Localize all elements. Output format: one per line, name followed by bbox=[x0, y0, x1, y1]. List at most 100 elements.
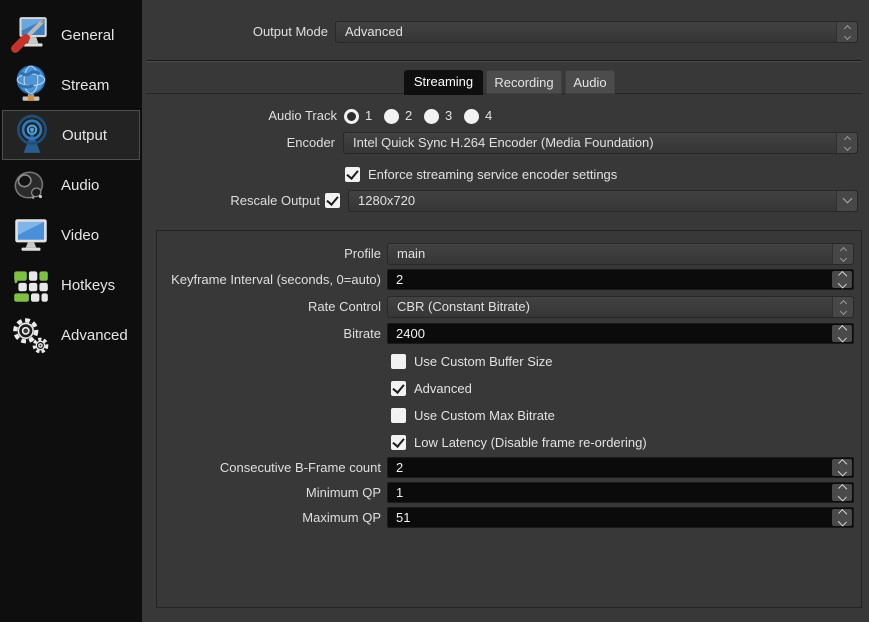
rate-control-label: Rate Control bbox=[308, 299, 381, 314]
video-monitor-icon bbox=[8, 212, 54, 258]
settings-window: General Stream Output Audio Video Hotkey… bbox=[0, 0, 869, 622]
sidebar-item-label: General bbox=[61, 26, 115, 44]
output-mode-spinner-button[interactable] bbox=[836, 22, 857, 42]
advanced-checkbox[interactable] bbox=[391, 381, 406, 396]
chevron-down-icon bbox=[837, 278, 847, 288]
rescale-output-select[interactable]: 1280x720 bbox=[348, 190, 858, 212]
audio-track-radio-label-4[interactable]: 4 bbox=[485, 105, 492, 127]
section-separator bbox=[146, 60, 862, 62]
rescale-output-value: 1280x720 bbox=[358, 193, 416, 208]
low-latency-checkbox[interactable] bbox=[391, 435, 406, 450]
chevron-down-icon bbox=[837, 332, 847, 342]
tab-recording[interactable]: Recording bbox=[486, 70, 562, 94]
rescale-output-checkbox[interactable] bbox=[325, 193, 340, 208]
custom-max-bitrate-label[interactable]: Use Custom Max Bitrate bbox=[414, 405, 555, 427]
keyframe-interval-spinner-button[interactable] bbox=[832, 271, 852, 288]
audio-track-radio-1[interactable] bbox=[344, 109, 359, 124]
output-mode-select[interactable]: Advanced bbox=[335, 21, 858, 43]
tab-streaming[interactable]: Streaming bbox=[404, 70, 483, 95]
audio-track-radio-label-3[interactable]: 3 bbox=[445, 105, 452, 127]
bitrate-input[interactable]: 2400 bbox=[387, 323, 854, 344]
chevron-down-icon bbox=[843, 143, 851, 151]
bframe-count-value: 2 bbox=[396, 460, 404, 475]
sidebar-item-label: Video bbox=[61, 226, 100, 244]
chevron-up-icon bbox=[839, 246, 847, 254]
bitrate-spinner-button[interactable] bbox=[832, 325, 852, 342]
profile-select[interactable]: main bbox=[387, 243, 854, 265]
encoder-spinner-button[interactable] bbox=[836, 133, 857, 153]
settings-sidebar: General Stream Output Audio Video Hotkey… bbox=[0, 0, 142, 622]
tab-audio[interactable]: Audio bbox=[565, 70, 615, 94]
encoder-select[interactable]: Intel Quick Sync H.264 Encoder (Media Fo… bbox=[343, 132, 858, 154]
sidebar-item-audio[interactable]: Audio bbox=[2, 160, 140, 210]
audio-speaker-icon bbox=[8, 162, 54, 208]
chevron-down-icon bbox=[842, 193, 852, 204]
advanced-gears-icon bbox=[8, 312, 54, 358]
sidebar-item-label: Output bbox=[62, 126, 108, 144]
min-qp-label: Minimum QP bbox=[305, 485, 381, 500]
custom-max-bitrate-checkbox[interactable] bbox=[391, 408, 406, 423]
sidebar-item-label: Stream bbox=[61, 76, 110, 94]
min-qp-value: 1 bbox=[396, 485, 404, 500]
rate-control-spinner-button[interactable] bbox=[832, 297, 853, 317]
output-mode-label: Output Mode bbox=[252, 24, 328, 39]
min-qp-spinner-button[interactable] bbox=[832, 484, 852, 501]
sidebar-item-general[interactable]: General bbox=[2, 10, 140, 60]
chevron-down-icon bbox=[839, 254, 847, 262]
keyframe-interval-value: 2 bbox=[396, 272, 404, 287]
sidebar-item-label: Hotkeys bbox=[61, 276, 116, 294]
sidebar-item-advanced[interactable]: Advanced bbox=[2, 310, 140, 360]
sidebar-item-stream[interactable]: Stream bbox=[2, 60, 140, 110]
enforce-encoder-settings-label[interactable]: Enforce streaming service encoder settin… bbox=[368, 164, 617, 186]
sidebar-item-label: Advanced bbox=[61, 326, 128, 344]
bitrate-value: 2400 bbox=[396, 326, 425, 341]
chevron-up-icon bbox=[839, 299, 847, 307]
enforce-encoder-settings-checkbox[interactable] bbox=[345, 167, 360, 182]
output-mode-value: Advanced bbox=[345, 24, 403, 39]
keyframe-interval-label: Keyframe Interval (seconds, 0=auto) bbox=[171, 272, 381, 287]
profile-label: Profile bbox=[344, 246, 381, 261]
chevron-down-icon bbox=[843, 32, 851, 40]
audio-track-radio-label-2[interactable]: 2 bbox=[405, 105, 412, 127]
advanced-label[interactable]: Advanced bbox=[414, 378, 472, 400]
rescale-output-dropdown-button[interactable] bbox=[836, 191, 857, 211]
chevron-down-icon bbox=[837, 491, 847, 501]
sidebar-item-hotkeys[interactable]: Hotkeys bbox=[2, 260, 140, 310]
sidebar-item-label: Audio bbox=[61, 176, 100, 194]
stream-globe-icon bbox=[8, 62, 54, 108]
audio-track-label: Audio Track bbox=[268, 108, 337, 123]
custom-buffer-size-checkbox[interactable] bbox=[391, 354, 406, 369]
encoder-settings-group: Profile main Keyframe Interval (seconds,… bbox=[156, 230, 862, 608]
sidebar-item-video[interactable]: Video bbox=[2, 210, 140, 260]
audio-track-radio-2[interactable] bbox=[384, 109, 399, 124]
bframe-count-spinner-button[interactable] bbox=[832, 459, 852, 476]
bframe-count-label: Consecutive B-Frame count bbox=[219, 460, 381, 475]
chevron-up-icon bbox=[843, 24, 851, 32]
audio-track-radio-3[interactable] bbox=[424, 109, 439, 124]
general-monitor-screwdriver-icon bbox=[8, 12, 54, 58]
profile-value: main bbox=[397, 246, 426, 261]
chevron-down-icon bbox=[837, 466, 847, 476]
encoder-value: Intel Quick Sync H.264 Encoder (Media Fo… bbox=[353, 135, 654, 150]
audio-track-radio-label-1[interactable]: 1 bbox=[365, 105, 372, 127]
max-qp-input[interactable]: 51 bbox=[387, 507, 854, 528]
bitrate-label: Bitrate bbox=[343, 326, 381, 341]
sidebar-item-output[interactable]: Output bbox=[2, 110, 140, 160]
chevron-down-icon bbox=[839, 307, 847, 315]
max-qp-spinner-button[interactable] bbox=[832, 509, 852, 526]
rate-control-value: CBR (Constant Bitrate) bbox=[397, 299, 530, 314]
output-broadcast-icon bbox=[9, 112, 55, 158]
encoder-label: Encoder bbox=[286, 135, 335, 150]
chevron-down-icon bbox=[837, 516, 847, 526]
profile-spinner-button[interactable] bbox=[832, 244, 853, 264]
audio-track-radio-4[interactable] bbox=[464, 109, 479, 124]
max-qp-value: 51 bbox=[396, 510, 411, 525]
keyframe-interval-input[interactable]: 2 bbox=[387, 269, 854, 290]
custom-buffer-size-label[interactable]: Use Custom Buffer Size bbox=[414, 351, 552, 373]
low-latency-label[interactable]: Low Latency (Disable frame re-ordering) bbox=[414, 432, 647, 454]
rescale-output-label: Rescale Output bbox=[230, 193, 320, 208]
rate-control-select[interactable]: CBR (Constant Bitrate) bbox=[387, 296, 854, 318]
bframe-count-input[interactable]: 2 bbox=[387, 457, 854, 478]
min-qp-input[interactable]: 1 bbox=[387, 482, 854, 503]
chevron-up-icon bbox=[843, 135, 851, 143]
